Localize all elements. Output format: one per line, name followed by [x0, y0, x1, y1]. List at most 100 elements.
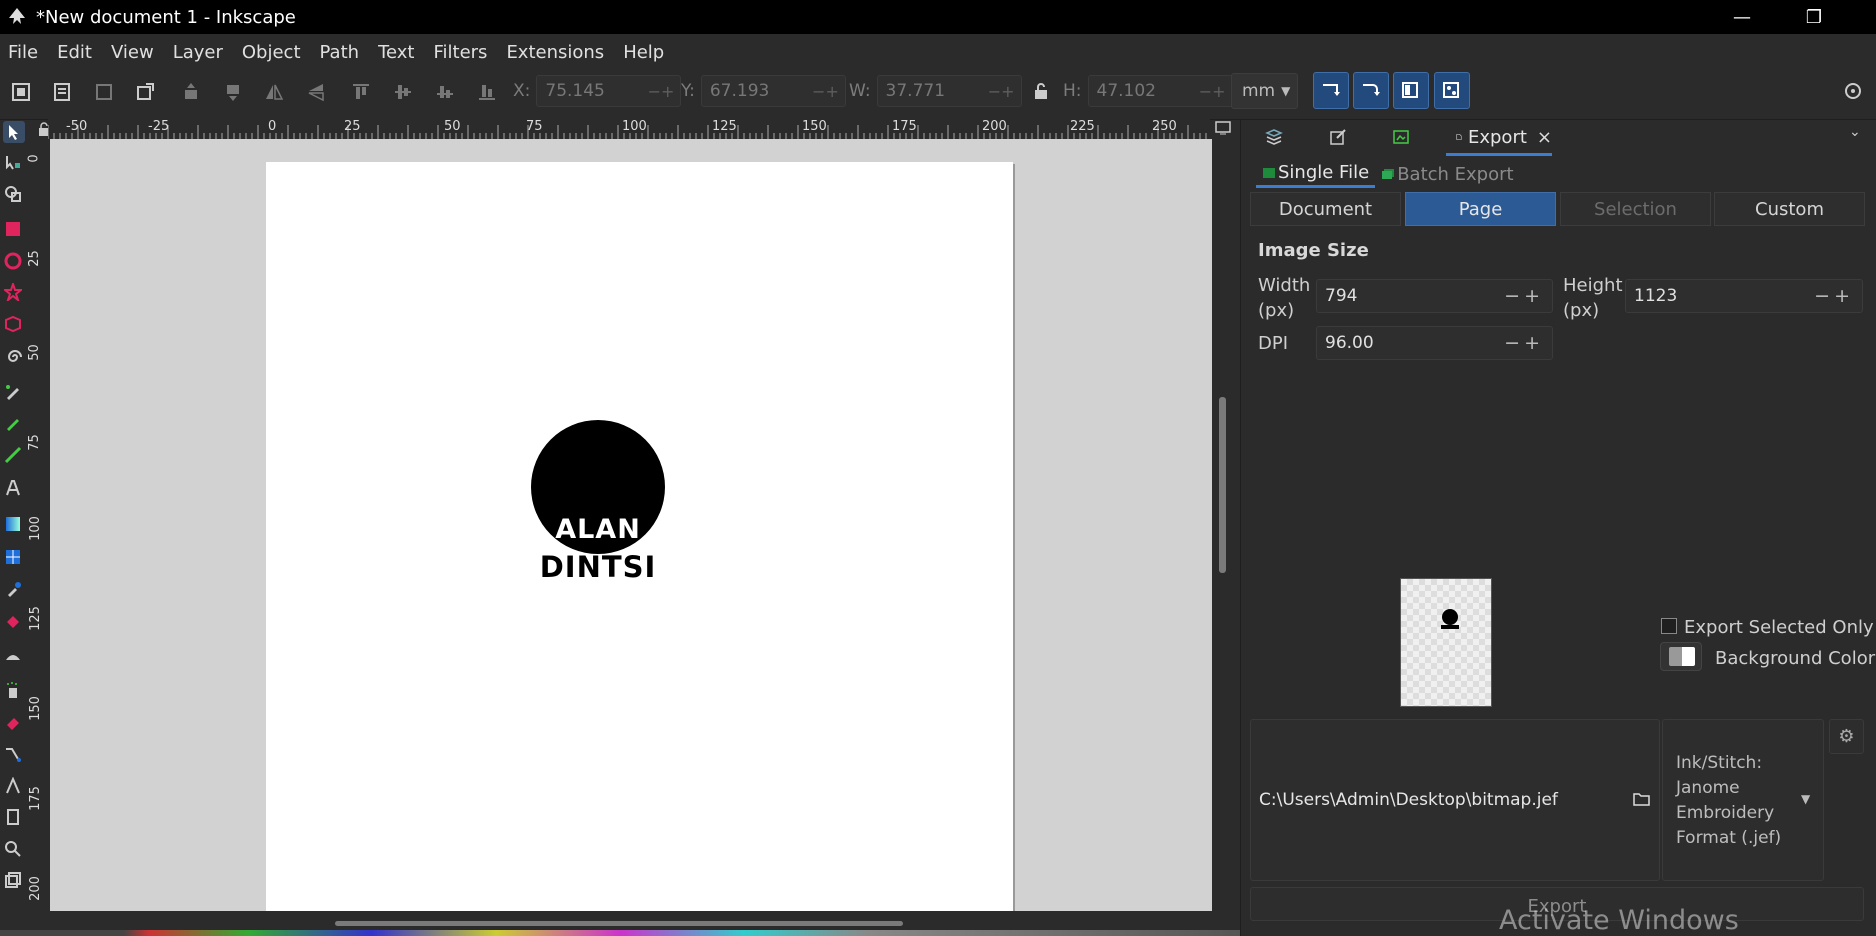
hruler-label: 25 — [344, 119, 361, 134]
menu-text[interactable]: Text — [378, 42, 414, 63]
gradient-tool-icon[interactable] — [4, 515, 22, 533]
tab-export[interactable]: Export × — [1446, 121, 1552, 156]
menu-file[interactable]: File — [8, 42, 38, 63]
height-field[interactable]: 1123 −+ — [1625, 279, 1863, 313]
menu-path[interactable]: Path — [320, 42, 360, 63]
export-selected-only-checkbox[interactable] — [1661, 618, 1677, 634]
y-input[interactable]: 67.193 −+ — [700, 75, 846, 107]
export-mode-tabs: Single File Batch Export — [1256, 160, 1520, 188]
folder-open-icon[interactable] — [1633, 791, 1651, 807]
close-tab-icon[interactable]: × — [1537, 127, 1552, 148]
star-tool-icon[interactable] — [4, 283, 22, 301]
raise-to-top-icon[interactable] — [180, 81, 202, 103]
w-input[interactable]: 37.771 −+ — [876, 75, 1022, 107]
shape-builder-tool-icon[interactable] — [4, 185, 22, 203]
rectangle-tool-icon[interactable] — [4, 220, 22, 238]
lock-icon[interactable] — [1031, 81, 1051, 101]
area-selection-button[interactable]: Selection — [1560, 192, 1711, 226]
scale-stroke-icon[interactable] — [134, 81, 156, 103]
area-page-button[interactable]: Page — [1405, 192, 1556, 226]
select-all-icon[interactable] — [10, 81, 32, 103]
tab-single-file[interactable]: Single File — [1256, 160, 1376, 188]
fill-stroke-icon[interactable] — [1328, 127, 1348, 147]
chevron-down-icon[interactable]: ⌄ — [1849, 124, 1861, 140]
menu-object[interactable]: Object — [242, 42, 301, 63]
tab-batch-export[interactable]: Batch Export — [1375, 160, 1519, 188]
layers-icon[interactable] — [1264, 127, 1284, 147]
zoom-tool-icon[interactable] — [4, 840, 22, 858]
mesh-tool-icon[interactable] — [4, 548, 22, 566]
eraser-tool-icon[interactable] — [4, 713, 22, 731]
tweak-tool-icon[interactable] — [4, 648, 22, 666]
selector-tool-icon[interactable] — [3, 121, 25, 143]
filename-input[interactable]: C:\Users\Admin\Desktop\bitmap.jef — [1259, 790, 1558, 810]
align-top-icon[interactable] — [350, 81, 372, 103]
logo-text-alan[interactable]: ALAN — [531, 514, 665, 545]
connector-tool-icon[interactable] — [4, 745, 22, 763]
x-stepper[interactable]: −+ — [648, 82, 675, 101]
spiral-tool-icon[interactable] — [4, 348, 22, 366]
hruler-label: 150 — [802, 119, 827, 134]
minimize-button[interactable]: — — [1712, 0, 1772, 34]
deselect-icon[interactable] — [93, 81, 115, 103]
lower-to-bottom-icon[interactable] — [222, 81, 244, 103]
document-properties-icon[interactable] — [1391, 127, 1411, 147]
y-stepper[interactable]: −+ — [812, 82, 839, 101]
pen-tool-icon[interactable] — [4, 383, 22, 401]
single-file-icon — [1263, 167, 1275, 178]
area-custom-button[interactable]: Custom — [1714, 192, 1865, 226]
width-field[interactable]: 794 −+ — [1316, 279, 1553, 313]
paint-bucket-tool-icon[interactable] — [4, 614, 22, 632]
export-settings-button[interactable]: ⚙ — [1829, 719, 1864, 754]
command-palette-icon[interactable] — [1842, 80, 1864, 102]
color-palette[interactable] — [0, 930, 1240, 936]
horizontal-scrollbar[interactable] — [335, 921, 903, 926]
scale-corners-button[interactable] — [1353, 72, 1389, 109]
dpi-field[interactable]: 96.00 −+ — [1316, 326, 1553, 360]
x-input[interactable]: 75.145 −+ — [536, 75, 682, 107]
scale-stroke-width-button[interactable] — [1313, 72, 1349, 109]
ellipse-tool-icon[interactable] — [4, 252, 22, 270]
pages-tool-icon[interactable] — [4, 808, 22, 826]
menu-view[interactable]: View — [111, 42, 154, 63]
align-center-icon[interactable] — [392, 81, 414, 103]
menu-extensions[interactable]: Extensions — [506, 42, 604, 63]
background-color-button[interactable] — [1660, 642, 1702, 671]
menu-filters[interactable]: Filters — [433, 42, 487, 63]
width-stepper[interactable]: −+ — [1504, 285, 1544, 307]
node-tool-icon[interactable] — [4, 153, 22, 171]
display-mode-icon[interactable] — [1214, 120, 1232, 136]
transform-patterns-button[interactable] — [1434, 72, 1470, 109]
drawing-canvas[interactable]: ALAN DINTSI — [50, 139, 1212, 911]
dropper-tool-icon[interactable] — [4, 581, 22, 599]
w-stepper[interactable]: −+ — [988, 82, 1015, 101]
align-middle-icon[interactable] — [434, 81, 456, 103]
y-coordinate: Y: 67.193 −+ — [681, 73, 846, 109]
dpi-stepper[interactable]: −+ — [1504, 332, 1544, 354]
transform-gradients-button[interactable] — [1393, 72, 1429, 109]
logo-text-dintsi[interactable]: DINTSI — [506, 550, 690, 584]
area-document-button[interactable]: Document — [1250, 192, 1401, 226]
flip-vertical-icon[interactable] — [305, 81, 327, 103]
pencil-tool-icon[interactable] — [4, 414, 22, 432]
select-all-layers-icon[interactable] — [51, 81, 73, 103]
h-input[interactable]: 47.102 −+ — [1087, 75, 1233, 107]
align-bottom-icon[interactable] — [476, 81, 498, 103]
calligraphy-tool-icon[interactable] — [4, 446, 22, 464]
unit-select[interactable]: mm ▼ — [1231, 73, 1298, 109]
h-stepper[interactable]: −+ — [1199, 82, 1226, 101]
menu-edit[interactable]: Edit — [57, 42, 92, 63]
vertical-scrollbar[interactable] — [1219, 397, 1226, 573]
flip-horizontal-icon[interactable] — [263, 81, 285, 103]
spray-tool-icon[interactable] — [4, 681, 22, 699]
height-stepper[interactable]: −+ — [1814, 285, 1854, 307]
chevron-down-icon[interactable]: ▼ — [1801, 792, 1810, 806]
3d-box-tool-icon[interactable] — [4, 315, 22, 333]
restore-button[interactable]: ❐ — [1784, 0, 1844, 34]
document-page[interactable]: ALAN DINTSI — [266, 162, 1013, 911]
menu-help[interactable]: Help — [623, 42, 664, 63]
text-tool-icon[interactable] — [4, 479, 22, 497]
clone-tool-icon[interactable] — [4, 871, 22, 889]
menu-layer[interactable]: Layer — [173, 42, 223, 63]
measure-tool-icon[interactable] — [4, 777, 22, 795]
